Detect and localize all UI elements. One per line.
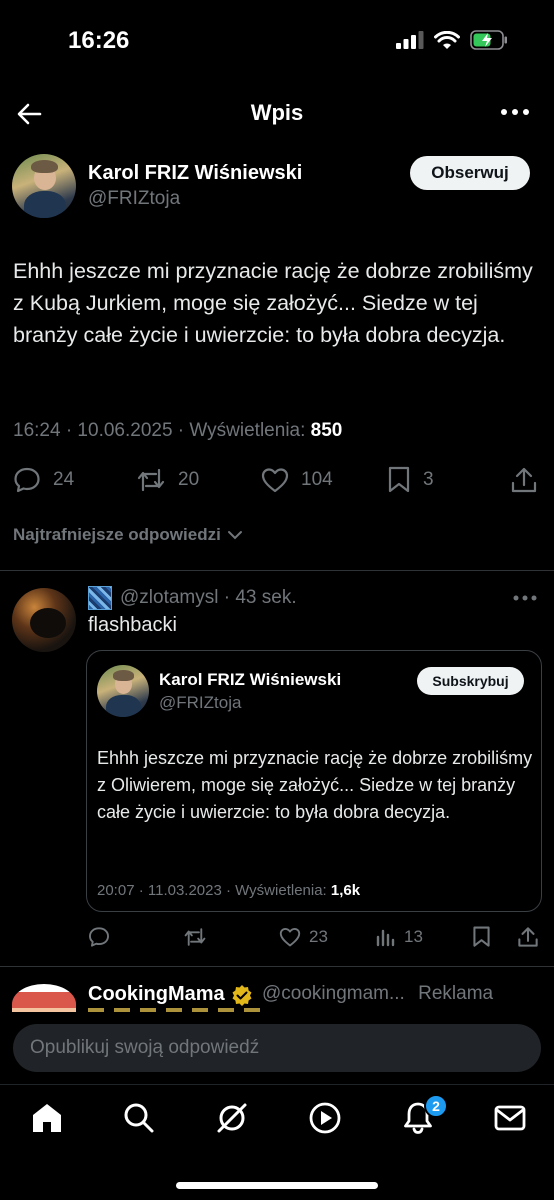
page-title: Wpis — [250, 100, 304, 125]
author-name[interactable]: Karol FRIZ Wiśniewski — [88, 162, 302, 185]
reply-icon — [89, 927, 109, 947]
reply-count: 24 — [53, 469, 75, 490]
bookmark-icon — [473, 926, 490, 947]
status-icons — [396, 30, 508, 50]
reply-actions: 23 13 — [0, 922, 554, 952]
share-icon — [511, 467, 537, 493]
bookmark-count: 3 — [423, 469, 434, 490]
more-options-icon[interactable] — [500, 106, 530, 118]
reply-sort-label: Najtrafniejsze odpowiedzi — [13, 525, 221, 544]
heart-icon — [261, 468, 289, 493]
home-indicator — [176, 1182, 378, 1189]
signal-icon — [396, 31, 424, 49]
status-bar: 16:26 — [0, 0, 554, 84]
reply-bookmark-button[interactable] — [472, 922, 491, 952]
bookmark-button[interactable]: 3 — [387, 462, 434, 498]
reply-share-button[interactable] — [517, 922, 539, 952]
home-icon[interactable] — [30, 1101, 64, 1135]
post-actions: 24 20 104 3 — [0, 462, 554, 498]
reply-header: @zlotamysl · 43 sek. — [88, 586, 297, 610]
wifi-icon — [434, 30, 460, 49]
quoted-author-handle: @FRIZtoja — [159, 693, 242, 712]
verified-badge-icon — [232, 984, 252, 1006]
search-icon[interactable] — [122, 1101, 156, 1135]
heart-icon — [279, 928, 301, 947]
share-icon — [518, 927, 538, 947]
subscribe-button[interactable]: Subskrybuj — [417, 667, 524, 695]
post-timestamp-views: 16:24 · 10.06.2025 · Wyświetlenia: — [13, 420, 311, 441]
follow-button[interactable]: Obserwuj — [410, 156, 530, 190]
reply-handle-time[interactable]: @zlotamysl · 43 sek. — [120, 587, 297, 609]
battery-charging-icon — [470, 30, 507, 50]
author-handle[interactable]: @FRIZtoja — [88, 188, 180, 210]
status-time: 16:26 — [68, 27, 130, 54]
ad-handle: @cookingmam... — [262, 983, 405, 1004]
ad-author[interactable]: CookingMama — [88, 983, 253, 1006]
reply-sort-dropdown[interactable]: Najtrafniejsze odpowiedzi — [13, 525, 243, 545]
reply-repost-button[interactable] — [183, 922, 207, 952]
reply-button[interactable]: 24 — [13, 462, 74, 498]
post-views-count: 850 — [310, 420, 343, 441]
ad-author-name: CookingMama — [88, 983, 225, 1005]
reply-reply-button[interactable] — [88, 922, 110, 952]
bookmark-icon — [388, 466, 410, 493]
reply-avatar[interactable] — [12, 588, 76, 652]
chevron-down-icon — [227, 531, 242, 540]
quoted-views-count: 1,6k — [330, 882, 361, 899]
share-button[interactable] — [510, 462, 538, 498]
pixel-badge-icon — [88, 586, 112, 610]
reply-like-count: 23 — [309, 927, 328, 946]
reply-text: flashbacki — [88, 614, 177, 636]
repost-button[interactable]: 20 — [136, 462, 199, 498]
divider — [0, 570, 554, 571]
reply-icon — [14, 467, 40, 493]
quoted-timestamp-views: 20:07 · 11.03.2023 · Wyświetlenia: — [97, 882, 331, 899]
reply-more-icon[interactable] — [512, 594, 538, 602]
composer-placeholder: Opublikuj swoją odpowiedź — [30, 1037, 260, 1058]
author-avatar[interactable] — [12, 154, 76, 218]
quoted-post-text: Ehhh jeszcze mi przyznacie rację że dobr… — [97, 748, 533, 822]
repost-icon — [184, 928, 206, 946]
messages-mail-icon[interactable] — [493, 1101, 527, 1135]
post-text: Ehhh jeszcze mi przyznacie rację że dobr… — [13, 259, 533, 347]
like-button[interactable]: 104 — [261, 462, 333, 498]
header: Wpis — [0, 84, 554, 146]
ad-sponsored-label: Reklama — [418, 983, 494, 1004]
like-count: 104 — [301, 469, 333, 490]
grok-icon[interactable] — [215, 1101, 249, 1135]
quoted-post[interactable]: Karol FRIZ Wiśniewski @FRIZtoja Subskryb… — [86, 650, 542, 912]
notifications-badge: 2 — [424, 1094, 448, 1118]
ad-handle-label: @cookingmam... Reklama — [262, 983, 493, 1005]
divider — [0, 966, 554, 967]
reply-composer-input[interactable]: Opublikuj swoją odpowiedź — [13, 1024, 541, 1072]
reply-views-count: 13 — [404, 927, 423, 946]
reply-views-button[interactable]: 13 — [376, 922, 423, 952]
post-meta: 16:24 · 10.06.2025 · Wyświetlenia: 850 — [13, 420, 342, 442]
quoted-author-avatar — [97, 665, 149, 717]
video-play-icon[interactable] — [308, 1101, 342, 1135]
quoted-post-meta: 20:07 · 11.03.2023 · Wyświetlenia: 1,6k — [97, 882, 360, 899]
analytics-icon — [376, 929, 395, 947]
repost-icon — [137, 468, 165, 492]
quoted-author-name: Karol FRIZ Wiśniewski — [159, 670, 342, 689]
repost-count: 20 — [178, 469, 200, 490]
reply-like-button[interactable]: 23 — [279, 922, 328, 952]
